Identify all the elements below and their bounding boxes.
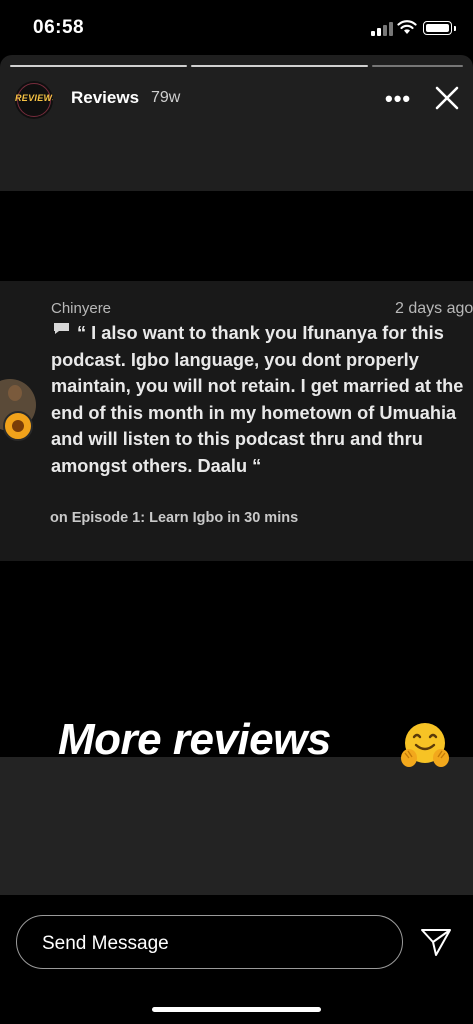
avatar-logo-text: REVIEWS	[15, 93, 53, 103]
progress-segment	[191, 65, 368, 67]
cellular-signal-icon	[371, 22, 393, 36]
story-background-panel	[0, 757, 473, 895]
comment-date: 2 days ago	[395, 300, 473, 317]
commenter-badge-icon	[3, 411, 33, 441]
hugging-face-emoji	[401, 723, 449, 767]
story-progress-bar	[10, 65, 463, 67]
story-username[interactable]: Reviews	[71, 88, 139, 108]
comment-text: “ I also want to thank you Ifunanya for …	[51, 320, 473, 479]
wifi-icon	[397, 20, 417, 34]
status-time: 06:58	[33, 17, 85, 38]
close-icon[interactable]	[433, 84, 461, 112]
story-headline-text: More reviews	[58, 715, 331, 764]
progress-segment	[10, 65, 187, 67]
send-message-placeholder: Send Message	[42, 933, 169, 954]
more-options-icon[interactable]: •••	[385, 86, 411, 112]
home-indicator[interactable]	[152, 1007, 321, 1012]
battery-icon	[423, 21, 456, 35]
comment-author: Chinyere	[51, 300, 112, 317]
send-direct-icon[interactable]	[420, 927, 452, 957]
progress-segment	[372, 65, 463, 67]
story-age: 79w	[151, 89, 181, 106]
comment-text-content: “ I also want to thank you Ifunanya for …	[51, 323, 464, 476]
story-background-band	[0, 191, 473, 281]
comment-episode: on Episode 1: Learn Igbo in 30 mins	[50, 510, 299, 526]
story-avatar[interactable]: REVIEWS	[15, 81, 53, 119]
